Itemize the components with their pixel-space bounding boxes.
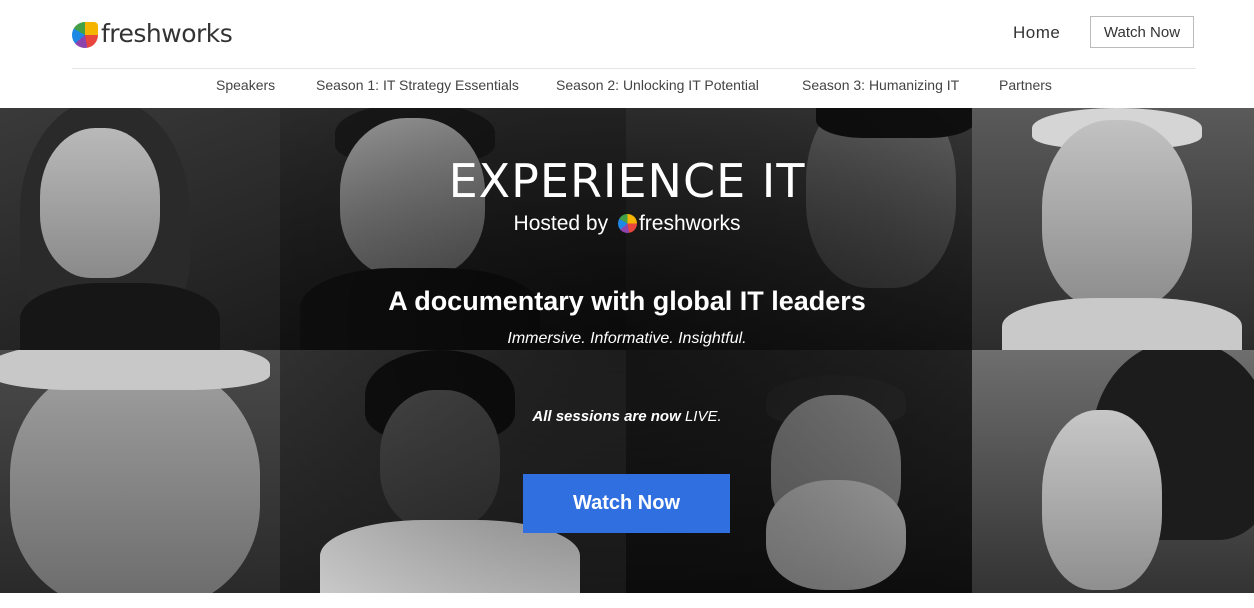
subnav: Speakers Season 1: IT Strategy Essential…	[0, 77, 1254, 97]
hosted-by-brand: freshworks	[638, 212, 741, 235]
portrait-woman-bottom-right	[972, 350, 1254, 593]
live-status-note: All sessions are now LIVE.	[300, 408, 954, 425]
hero-banner: EXPERIENCE IT Hosted by freshworks A doc…	[0, 108, 1254, 593]
subnav-item-season-1[interactable]: Season 1: IT Strategy Essentials	[316, 77, 519, 93]
brand-name: freshworks	[101, 18, 233, 48]
page-bottom-strip	[0, 593, 1254, 608]
subnav-item-season-3[interactable]: Season 3: Humanizing IT	[802, 77, 959, 93]
subnav-item-speakers[interactable]: Speakers	[216, 77, 275, 93]
hero-tagline: Immersive. Informative. Insightful.	[507, 330, 747, 347]
portrait-woman-top-left	[0, 108, 280, 350]
hero-headline: A documentary with global IT leaders	[388, 286, 866, 316]
hero-title: EXPERIENCE IT	[448, 154, 806, 208]
subnav-item-season-2[interactable]: Season 2: Unlocking IT Potential	[556, 77, 759, 93]
site-header: freshworks Home Watch Now Speakers Seaso…	[0, 0, 1254, 108]
hosted-by-line: Hosted by freshworks	[380, 212, 874, 236]
subnav-item-partners[interactable]: Partners	[999, 77, 1052, 93]
freshworks-flower-icon	[617, 214, 637, 233]
freshworks-logo[interactable]: freshworks	[72, 16, 233, 50]
hosted-by-prefix: Hosted by	[513, 212, 609, 235]
header-watch-now-button[interactable]: Watch Now	[1090, 16, 1194, 48]
freshworks-flower-icon	[72, 22, 98, 48]
live-note-word: LIVE.	[684, 408, 722, 425]
header-divider	[72, 68, 1196, 69]
hero-watch-now-button[interactable]: Watch Now	[523, 474, 730, 533]
portrait-older-man-top-right	[972, 108, 1254, 350]
nav-home-link[interactable]: Home	[1013, 23, 1060, 43]
live-note-prefix: All sessions are now	[532, 408, 681, 425]
portrait-older-man-bottom-left	[0, 350, 280, 593]
